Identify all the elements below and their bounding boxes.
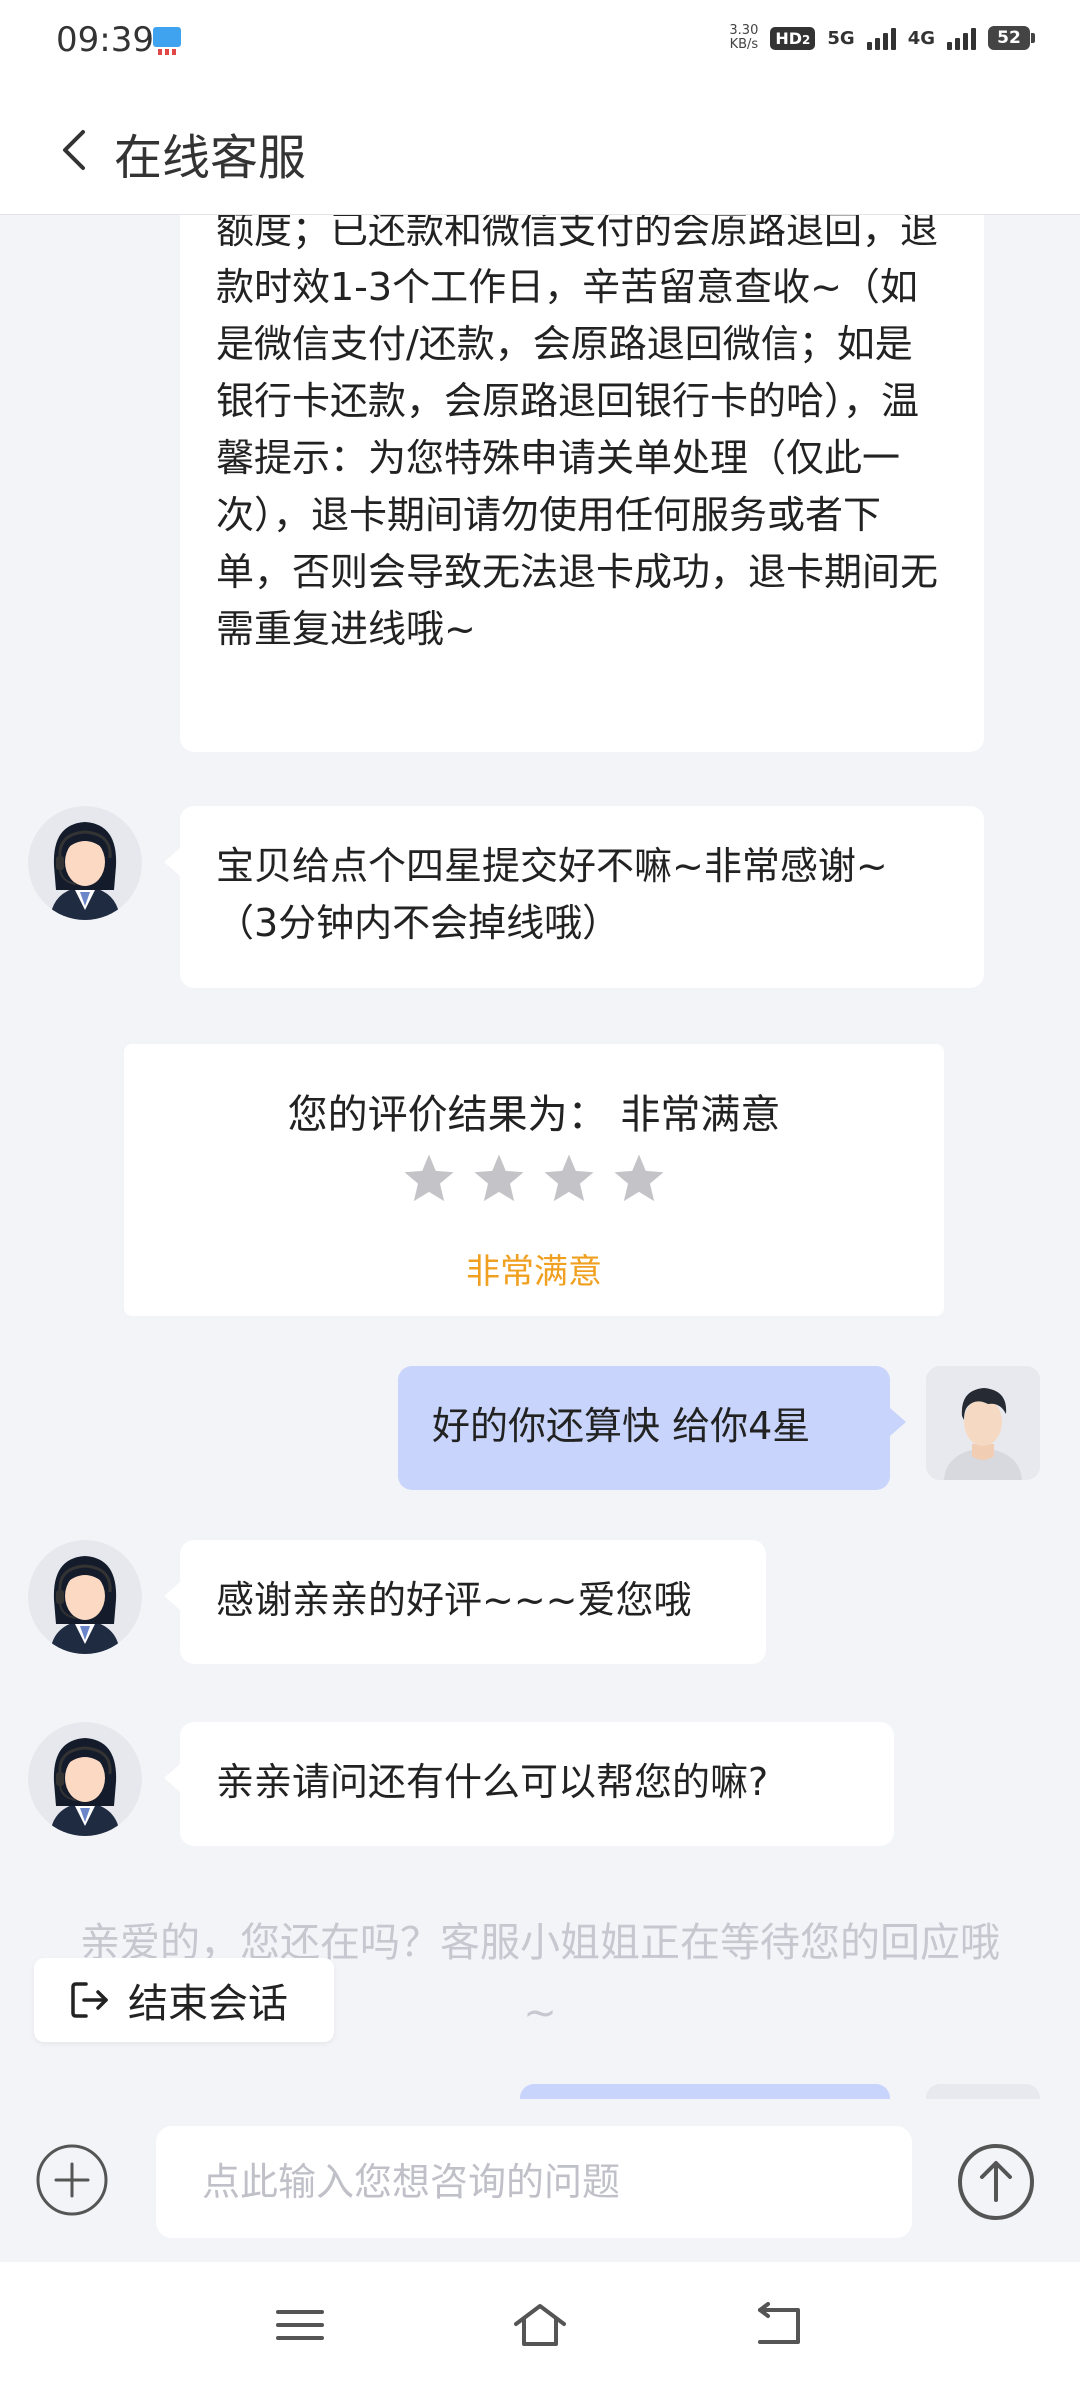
star-icon (614, 1154, 664, 1202)
agent-avatar-icon (28, 1540, 142, 1654)
rating-card: 您的评价结果为： 非常满意 非常满意 (124, 1044, 944, 1316)
sim2-network-label: 4G (907, 27, 935, 49)
rating-title: 您的评价结果为： 非常满意 (287, 1092, 781, 1138)
sim1-network-label: 5G (827, 27, 855, 49)
rating-stars (124, 1152, 944, 1206)
send-button[interactable] (956, 2142, 1036, 2222)
chat-area[interactable]: 额度；已还款和微信支付的会原路退回，退款时效1-3个工作日，辛苦留意查收~（如是… (0, 214, 1080, 2099)
status-bar: 09:39 3.30 KB/s HD2 5G 4G 52 (0, 0, 1080, 86)
chevron-left-icon (63, 130, 85, 170)
user-avatar[interactable] (926, 2084, 1040, 2099)
agent-message: 额度；已还款和微信支付的会原路退回，退款时效1-3个工作日，辛苦留意查收~（如是… (180, 214, 984, 752)
star-icon (404, 1154, 454, 1202)
add-attachment-button[interactable] (34, 2142, 110, 2218)
end-session-button[interactable]: 结束会话 (34, 1958, 334, 2042)
end-session-label: 结束会话 (128, 1981, 288, 2027)
rating-result: 非常满意 (466, 1252, 602, 1292)
app-header: 在线客服 (0, 86, 1080, 215)
message-text: 感谢亲亲的好评~~~爱您哦 (216, 1578, 692, 1622)
agent-message: 亲亲请问还有什么可以帮您的嘛? (164, 1722, 894, 1846)
agent-message: 宝贝给点个四星提交好不嘛~非常感谢~（3分钟内不会掉线哦） (164, 806, 984, 988)
notification-app-icon (153, 27, 181, 55)
star-icon (474, 1154, 524, 1202)
page-title: 在线客服 (114, 130, 307, 186)
status-time: 09:39 (56, 20, 154, 60)
signal-icon (866, 26, 896, 50)
net-speed: 3.30 KB/s (729, 23, 759, 52)
user-message: 好的你还算快 给你4星 (398, 1366, 906, 1490)
message-text: 好的你还算快 给你4星 (432, 1404, 811, 1448)
user-avatar-icon (926, 1366, 1040, 1480)
input-bar: 点此输入您想咨询的问题 (0, 2099, 1080, 2262)
message-text: 宝贝给点个四星提交好不嘛~非常感谢~（3分钟内不会掉线哦） (216, 844, 888, 945)
hd-icon: HD2 (770, 26, 816, 50)
user-avatar[interactable] (926, 1366, 1040, 1480)
agent-message: 感谢亲亲的好评~~~爱您哦 (164, 1540, 766, 1664)
message-input[interactable]: 点此输入您想咨询的问题 (156, 2126, 912, 2238)
agent-avatar-icon (28, 1722, 142, 1836)
battery-icon: 52 (988, 26, 1035, 50)
signal-icon-2 (947, 26, 976, 50)
message-text: 额度；已还款和微信支付的会原路退回，退款时效1-3个工作日，辛苦留意查收~（如是… (216, 214, 939, 651)
agent-avatar-icon (28, 806, 142, 920)
home-icon[interactable] (512, 2302, 568, 2348)
status-icons: 3.30 KB/s HD2 5G 4G 52 (729, 23, 1035, 52)
system-nav-bar (0, 2262, 1080, 2388)
back-nav-icon[interactable] (752, 2302, 808, 2348)
user-message-partial (520, 2084, 890, 2099)
agent-avatar[interactable] (28, 806, 142, 920)
menu-icon[interactable] (272, 2302, 328, 2348)
exit-icon (71, 1982, 108, 2018)
back-button[interactable] (44, 120, 104, 180)
agent-avatar[interactable] (28, 1722, 142, 1836)
message-text: 亲亲请问还有什么可以帮您的嘛? (216, 1760, 769, 1804)
star-icon (544, 1154, 594, 1202)
agent-avatar[interactable] (28, 1540, 142, 1654)
